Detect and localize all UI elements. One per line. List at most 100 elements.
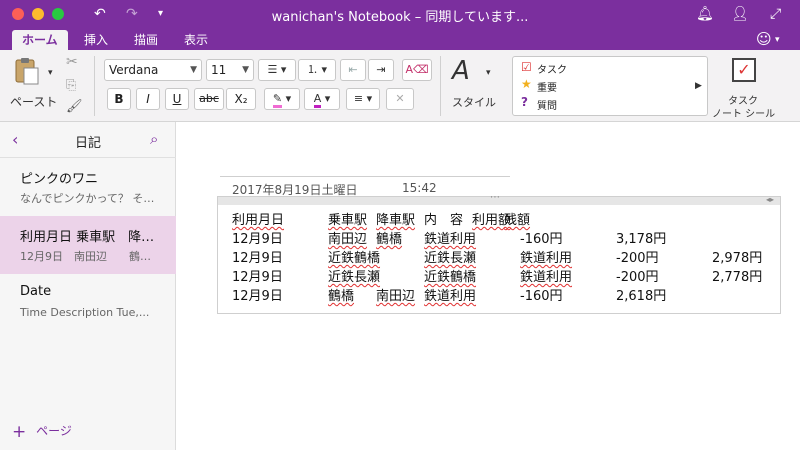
table-cell[interactable]: 3,178円 (616, 228, 666, 247)
eraser-icon: A⌫ (405, 63, 429, 76)
bold-button[interactable]: B (107, 88, 131, 110)
ribbon-tab-row: ホーム 挿入 描画 表示 ☺ ▾ (0, 28, 800, 50)
cut-icon[interactable]: ✂ (66, 54, 78, 70)
page-title: Date (20, 284, 52, 299)
font-name-select[interactable]: Verdana ▼ (104, 59, 202, 81)
table-cell[interactable]: 鉄道利用 (520, 266, 572, 285)
page-time[interactable]: 15:42 (402, 181, 437, 195)
font-color-button[interactable]: A ▾ (304, 88, 340, 110)
tab-home[interactable]: ホーム (12, 30, 68, 50)
styles-icon[interactable]: A (452, 56, 470, 86)
table-cell[interactable]: 2,618円 (616, 285, 666, 304)
indent-icon: ⇥ (376, 63, 386, 76)
table-cell[interactable]: 近鉄鶴橋 (424, 266, 476, 285)
col-header-date[interactable]: 利用月日 (232, 209, 284, 228)
tab-view[interactable]: 表示 (174, 30, 218, 50)
table-cell[interactable]: 鉄道利用 (424, 285, 476, 304)
checkbox-icon: ☑ (521, 60, 532, 74)
table-cell[interactable]: 12月9日 (232, 228, 283, 247)
chevron-down-icon: ▼ (190, 65, 197, 75)
delete-button[interactable]: ✕ (386, 88, 414, 110)
table-cell[interactable]: 12月9日 (232, 285, 283, 304)
chevron-down-icon: ▼ (242, 65, 249, 75)
format-painter-icon[interactable]: 🖌︎ (66, 99, 83, 114)
add-page-label: ページ (36, 424, 72, 438)
increase-indent-button[interactable]: ⇥ (368, 59, 394, 81)
page-preview: なんでピンクかって？ そ… (20, 192, 155, 205)
title-bar: ↶ ↷ ▾ wanichan's Notebook – 同期しています... 🔔… (0, 0, 800, 28)
search-icon[interactable]: ⌕ (150, 130, 158, 148)
notification-bell-icon[interactable]: 🔔︎ (696, 5, 714, 23)
paste-dropdown-icon[interactable]: ▾ (48, 68, 53, 78)
decrease-indent-button[interactable]: ⇤ (340, 59, 366, 81)
note-canvas[interactable]: 2017年8月19日土曜日 15:42 ⋯ ◂▸ 利用月日 乗車駅 降車駅 内 … (177, 122, 800, 450)
tag-question[interactable]: 質問 (537, 97, 557, 112)
paste-icon[interactable] (12, 56, 46, 86)
subscript-button[interactable]: X₂ (226, 88, 256, 110)
bullet-list-button[interactable]: ☰ ▾ (258, 59, 296, 81)
table-cell[interactable]: 南田辺 (376, 285, 415, 304)
smiley-feedback-icon[interactable]: ☺ (756, 30, 772, 48)
font-color-icon: A (313, 92, 322, 108)
table-cell[interactable]: 近鉄長瀬 (328, 266, 380, 285)
copy-icon[interactable]: ⎘ (66, 78, 76, 93)
add-person-icon[interactable]: 👤︎ (731, 5, 749, 23)
table-cell[interactable]: -160円 (520, 228, 563, 247)
tag-important[interactable]: 重要 (537, 79, 557, 94)
tab-draw[interactable]: 描画 (124, 30, 168, 50)
paragraph-align-button[interactable]: ≡ ▾ (346, 88, 380, 110)
onenote-window: ↶ ↷ ▾ wanichan's Notebook – 同期しています... 🔔… (0, 0, 800, 450)
tags-gallery[interactable]: ☑ タスク ★ 重要 ? 質問 ▶ (512, 56, 708, 116)
table-cell[interactable]: 鉄道利用 (424, 228, 476, 247)
col-header-balance[interactable]: 残額 (504, 209, 530, 228)
page-date-line: 2017年8月19日土曜日 15:42 (220, 176, 510, 198)
tag-task[interactable]: タスク (537, 61, 567, 76)
add-page-button[interactable]: + ページ (12, 422, 72, 442)
outdent-icon: ⇤ (348, 63, 358, 76)
highlight-color-button[interactable]: ✎ ▾ (264, 88, 300, 110)
table-cell[interactable]: -160円 (520, 285, 563, 304)
table-cell[interactable]: 2,978円 (712, 247, 762, 266)
page-item-pink-wani[interactable]: ピンクのワニ なんでピンクかって？ そ… (0, 158, 176, 216)
numbered-list-icon: ⒈ ▾ (306, 63, 328, 76)
col-header-boarding[interactable]: 乗車駅 (328, 209, 367, 228)
resize-handle-icon[interactable]: ◂▸ (766, 195, 774, 204)
page-preview: Time Description Tue,... (20, 306, 150, 319)
table-cell[interactable]: 12月9日 (232, 266, 283, 285)
ribbon-divider (440, 56, 441, 116)
numbered-list-button[interactable]: ⒈ ▾ (298, 59, 336, 81)
table-cell[interactable]: 鶴橋 (328, 285, 354, 304)
page-item-date[interactable]: Date Time Description Tue,... (0, 274, 176, 332)
styles-dropdown-icon[interactable]: ▾ (486, 68, 491, 78)
feedback-dropdown-icon[interactable]: ▾ (775, 31, 780, 49)
table-cell[interactable]: 近鉄長瀬 (424, 247, 476, 266)
table-cell[interactable]: 鶴橋 (376, 228, 402, 247)
highlighter-icon: ✎ (272, 92, 283, 108)
note-container[interactable]: ⋯ ◂▸ 利用月日 乗車駅 降車駅 内 容 利用額 残額 12月9日 南田辺 鶴… (217, 192, 781, 314)
page-title: ピンクのワニ (20, 172, 99, 187)
italic-button[interactable]: I (136, 88, 160, 110)
table-cell[interactable]: -200円 (616, 247, 659, 266)
table-cell[interactable]: 近鉄鶴橋 (328, 247, 380, 266)
strikethrough-button[interactable]: abc (194, 88, 224, 110)
tab-insert[interactable]: 挿入 (74, 30, 118, 50)
page-item-fare-log[interactable]: 利用月日 乗車駅 降… 12月9日 南田辺 鶴… (0, 216, 176, 274)
ribbon-divider (94, 56, 95, 116)
clear-formatting-button[interactable]: A⌫ (402, 59, 432, 81)
drag-handle-icon[interactable]: ⋯ (490, 192, 500, 203)
col-header-description[interactable]: 内 容 (424, 209, 463, 228)
task-checkbox-icon[interactable]: ✓ (732, 58, 756, 82)
table-cell[interactable]: -200円 (616, 266, 659, 285)
underline-button[interactable]: U (165, 88, 189, 110)
fullscreen-icon[interactable]: ⤢ (770, 5, 781, 23)
table-cell[interactable]: 鉄道利用 (520, 247, 572, 266)
font-size-select[interactable]: 11 ▼ (206, 59, 254, 81)
table-cell[interactable]: 南田辺 (328, 228, 367, 247)
tags-gallery-expand-icon[interactable]: ▶ (695, 81, 702, 91)
table-cell[interactable]: 12月9日 (232, 247, 283, 266)
table-cell[interactable]: 2,778円 (712, 266, 762, 285)
paste-label: ペースト (10, 95, 58, 109)
note-container-handle[interactable]: ⋯ ◂▸ (218, 192, 780, 205)
col-header-alighting[interactable]: 降車駅 (376, 209, 415, 228)
page-title: 利用月日 乗車駅 降… (20, 230, 155, 245)
